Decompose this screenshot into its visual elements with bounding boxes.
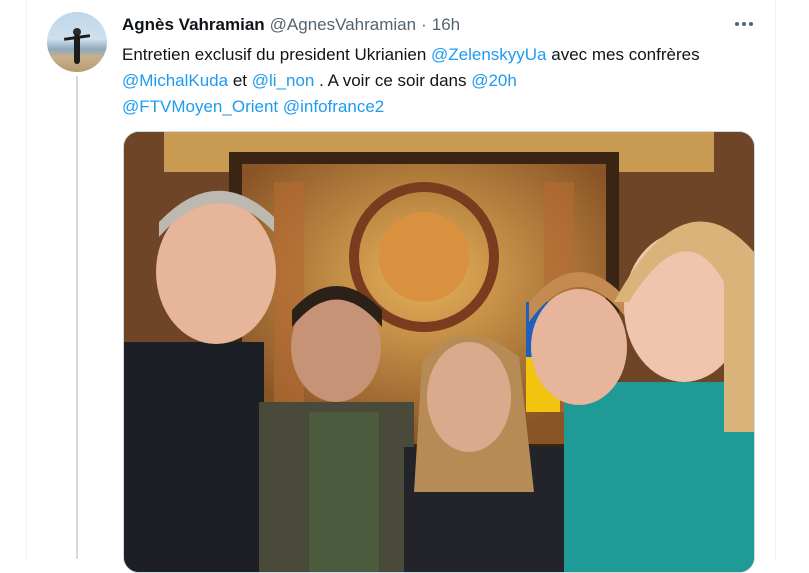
text-segment: avec mes confrères	[546, 45, 700, 64]
tweet-header: Agnès Vahramian @AgnesVahramian · 16h	[122, 14, 460, 36]
separator-dot: ·	[421, 15, 427, 34]
dot-icon	[742, 22, 746, 26]
mention-link[interactable]: @infofrance2	[283, 97, 384, 116]
tweet-photo[interactable]	[123, 131, 755, 573]
photo-illustration	[124, 132, 754, 572]
person-middle-face	[427, 342, 511, 452]
text-segment: et	[228, 71, 252, 90]
avatar-figure-body	[74, 34, 80, 64]
person-right-face-1	[531, 289, 627, 405]
timestamp[interactable]: 16h	[432, 15, 460, 35]
text-segment: Entretien exclusif du president Ukrianie…	[122, 45, 431, 64]
mention-link[interactable]: @ZelenskyyUa	[431, 45, 547, 64]
mention-link[interactable]: @20h	[471, 71, 517, 90]
mention-link[interactable]: @MichalKuda	[122, 71, 228, 90]
more-options-icon[interactable]	[730, 12, 758, 36]
column-border-left	[26, 0, 27, 559]
person-left-body	[124, 342, 264, 572]
column-border-right	[775, 0, 776, 559]
person-center-shirt	[309, 412, 379, 572]
painting-halo	[379, 212, 469, 302]
mention-link[interactable]: @li_non	[252, 71, 315, 90]
thread-line	[76, 76, 78, 559]
dot-icon	[735, 22, 739, 26]
author-handle[interactable]: @AgnesVahramian	[270, 15, 416, 35]
author-name[interactable]: Agnès Vahramian	[122, 15, 265, 35]
dot-icon	[749, 22, 753, 26]
text-segment: . A voir ce soir dans	[314, 71, 472, 90]
avatar[interactable]	[47, 12, 107, 72]
tweet-text: Entretien exclusif du president Ukrianie…	[122, 42, 732, 120]
mention-link[interactable]: @FTVMoyen_Orient	[122, 97, 278, 116]
